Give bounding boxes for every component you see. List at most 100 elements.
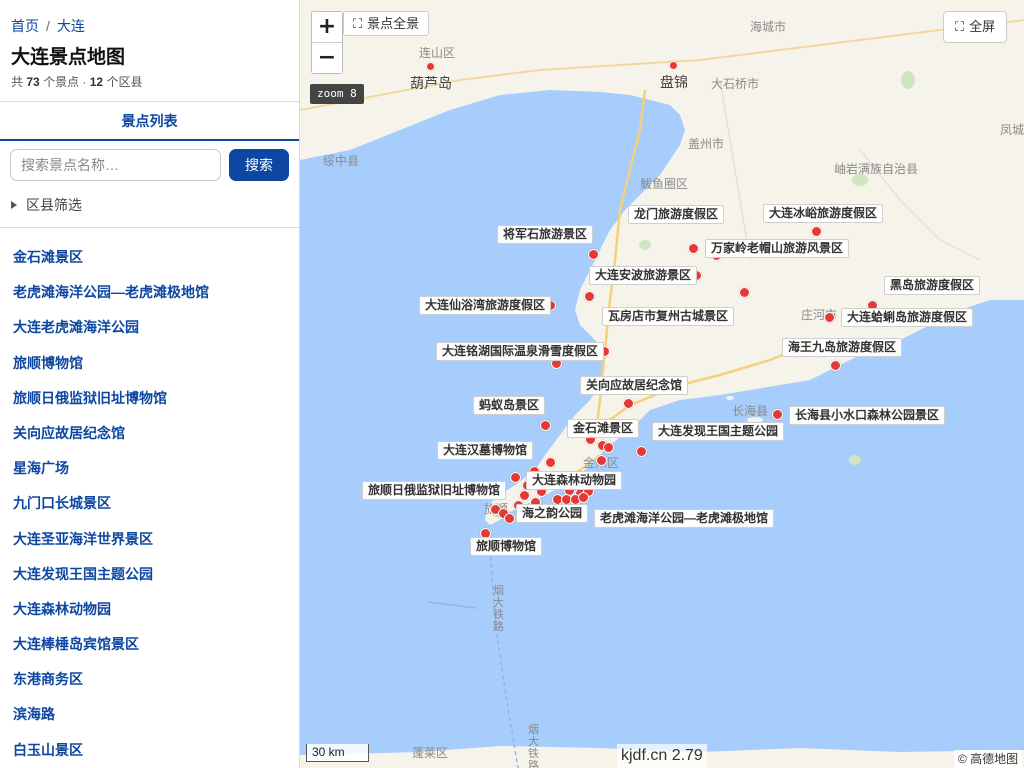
poi-marker[interactable] bbox=[519, 490, 530, 501]
summary-text: 共 73 个景点 · 12 个区县 bbox=[11, 73, 142, 90]
list-item[interactable]: 旅顺博物馆 bbox=[0, 346, 299, 381]
poi-marker[interactable] bbox=[623, 398, 634, 409]
green-area bbox=[639, 240, 651, 250]
poi-label[interactable]: 瓦房店市复州古城景区 bbox=[602, 307, 735, 326]
poi-marker[interactable] bbox=[688, 243, 699, 254]
poi-label[interactable]: 万家岭老帽山旅游风景区 bbox=[705, 239, 850, 258]
zoom-in-button[interactable]: + bbox=[312, 12, 342, 42]
breadcrumb-separator: / bbox=[46, 18, 50, 34]
list-item[interactable]: 大连棒棰岛宾馆景区 bbox=[0, 627, 299, 662]
list-item[interactable]: 大连森林动物园 bbox=[0, 592, 299, 627]
poi-label[interactable]: 大连汉墓博物馆 bbox=[437, 441, 534, 460]
list-item[interactable]: 关向应故居纪念馆 bbox=[0, 416, 299, 451]
divider bbox=[0, 227, 299, 228]
poi-label[interactable]: 旅顺博物馆 bbox=[470, 537, 543, 556]
poi-marker[interactable] bbox=[540, 420, 551, 431]
poi-marker[interactable] bbox=[739, 287, 750, 298]
railway-label: 烟大铁路 bbox=[493, 585, 504, 633]
zoom-control: + − bbox=[311, 11, 343, 74]
poi-marker[interactable] bbox=[603, 442, 614, 453]
list-item[interactable]: 大连圣亚海洋世界景区 bbox=[0, 522, 299, 557]
district-unit: 个区县 bbox=[106, 75, 143, 89]
island bbox=[726, 396, 734, 400]
list-item[interactable]: 旅顺日俄监狱旧址博物馆 bbox=[0, 381, 299, 416]
poi-label[interactable]: 旅顺日俄监狱旧址博物馆 bbox=[362, 481, 507, 500]
spot-count: 73 bbox=[26, 75, 40, 89]
tab-bar: 景点列表 bbox=[0, 101, 299, 141]
watermark: kjdf.cn 2.79 bbox=[617, 744, 707, 768]
place-label: 大石桥市 bbox=[711, 77, 760, 91]
district-count: 12 bbox=[89, 75, 104, 89]
list-item[interactable]: 白玉山景区 bbox=[0, 733, 299, 768]
map-view[interactable]: 连山区 葫芦岛 盘锦 大石桥市 海城市 盖州市 绥中县 岫岩满族自治县 鲅鱼圈区… bbox=[300, 0, 1024, 768]
list-item[interactable]: 星海广场 bbox=[0, 451, 299, 486]
summary-prefix: 共 bbox=[11, 75, 24, 89]
poi-marker[interactable] bbox=[578, 492, 589, 503]
scale-bar: 30 km bbox=[306, 744, 369, 762]
overview-button[interactable]: ⛶ 景点全景 bbox=[343, 11, 430, 36]
search-input[interactable] bbox=[10, 149, 221, 181]
list-item[interactable]: 东港商务区 bbox=[0, 662, 299, 697]
zoom-level-badge: zoom 8 bbox=[310, 84, 364, 104]
list-item[interactable]: 老虎滩海洋公园—老虎滩极地馆 bbox=[0, 275, 299, 310]
city-marker bbox=[426, 62, 435, 71]
poi-marker[interactable] bbox=[636, 446, 647, 457]
poi-marker[interactable] bbox=[504, 513, 515, 524]
list-item[interactable]: 九门口长城景区 bbox=[0, 486, 299, 521]
poi-marker[interactable] bbox=[596, 455, 607, 466]
place-label: 凤城 bbox=[1000, 123, 1024, 137]
poi-marker[interactable] bbox=[824, 312, 835, 323]
poi-label[interactable]: 黑岛旅游度假区 bbox=[884, 276, 981, 295]
poi-marker[interactable] bbox=[584, 291, 595, 302]
poi-label[interactable]: 大连仙浴湾旅游度假区 bbox=[419, 296, 552, 315]
breadcrumb-home-link[interactable]: 首页 bbox=[11, 18, 39, 34]
poi-label[interactable]: 金石滩景区 bbox=[567, 419, 640, 438]
poi-label[interactable]: 大连铭湖国际温泉滑雪度假区 bbox=[436, 342, 605, 361]
poi-marker[interactable] bbox=[588, 249, 599, 260]
poi-label[interactable]: 海王九岛旅游度假区 bbox=[782, 338, 903, 357]
place-label: 连山区 bbox=[419, 46, 456, 60]
district-filter-label: 区县筛选 bbox=[26, 197, 82, 213]
list-item[interactable]: 金石滩景区 bbox=[0, 240, 299, 275]
page-title: 大连景点地图 bbox=[11, 47, 126, 68]
spot-list: 金石滩景区 老虎滩海洋公园—老虎滩极地馆 大连老虎滩海洋公园 旅顺博物馆 旅顺日… bbox=[0, 240, 299, 768]
tab-spot-list[interactable]: 景点列表 bbox=[0, 102, 299, 140]
list-item[interactable]: 大连发现王国主题公园 bbox=[0, 557, 299, 592]
place-label: 绥中县 bbox=[323, 154, 360, 168]
poi-label[interactable]: 将军石旅游景区 bbox=[497, 225, 594, 244]
green-area bbox=[849, 455, 861, 465]
ferry-route bbox=[489, 549, 519, 768]
place-label: 岫岩满族自治县 bbox=[834, 162, 919, 176]
place-label: 鲅鱼圈区 bbox=[640, 177, 689, 191]
place-label: 海城市 bbox=[750, 20, 787, 34]
poi-label[interactable]: 长海县小水口森林公园景区 bbox=[789, 406, 946, 425]
poi-label[interactable]: 大连森林动物园 bbox=[526, 471, 623, 490]
poi-label[interactable]: 龙门旅游度假区 bbox=[628, 205, 725, 224]
poi-label[interactable]: 关向应故居纪念馆 bbox=[580, 376, 689, 395]
poi-label[interactable]: 老虎滩海洋公园—老虎滩极地馆 bbox=[594, 509, 775, 528]
poi-label[interactable]: 大连发现王国主题公园 bbox=[652, 422, 785, 441]
poi-marker[interactable] bbox=[811, 226, 822, 237]
zoom-out-button[interactable]: − bbox=[312, 43, 342, 73]
poi-marker[interactable] bbox=[510, 472, 521, 483]
railway-label: 烟大铁路 bbox=[528, 724, 539, 768]
poi-label[interactable]: 海之韵公园 bbox=[516, 504, 589, 523]
poi-marker[interactable] bbox=[545, 457, 556, 468]
district-filter-toggle[interactable]: 区县筛选 bbox=[11, 195, 82, 215]
poi-label[interactable]: 大连蛤蜊岛旅游度假区 bbox=[841, 308, 974, 327]
map-attribution: © 高德地图 bbox=[954, 750, 1023, 768]
fullscreen-icon: ⛶ bbox=[353, 17, 363, 32]
poi-label[interactable]: 大连安波旅游景区 bbox=[589, 266, 698, 285]
poi-marker[interactable] bbox=[772, 409, 783, 420]
city-marker bbox=[669, 61, 678, 70]
search-button[interactable]: 搜索 bbox=[229, 149, 289, 181]
place-label: 葫芦岛 bbox=[410, 75, 452, 91]
breadcrumb-current-link[interactable]: 大连 bbox=[57, 18, 85, 34]
poi-marker[interactable] bbox=[830, 360, 841, 371]
list-item[interactable]: 大连老虎滩海洋公园 bbox=[0, 310, 299, 345]
poi-label[interactable]: 大连冰峪旅游度假区 bbox=[763, 204, 884, 223]
fullscreen-button[interactable]: ⛶ 全屏 bbox=[943, 11, 1008, 43]
list-item[interactable]: 滨海路 bbox=[0, 697, 299, 732]
place-label: 蓬莱区 bbox=[412, 746, 449, 760]
poi-label[interactable]: 蚂蚁岛景区 bbox=[473, 396, 546, 415]
